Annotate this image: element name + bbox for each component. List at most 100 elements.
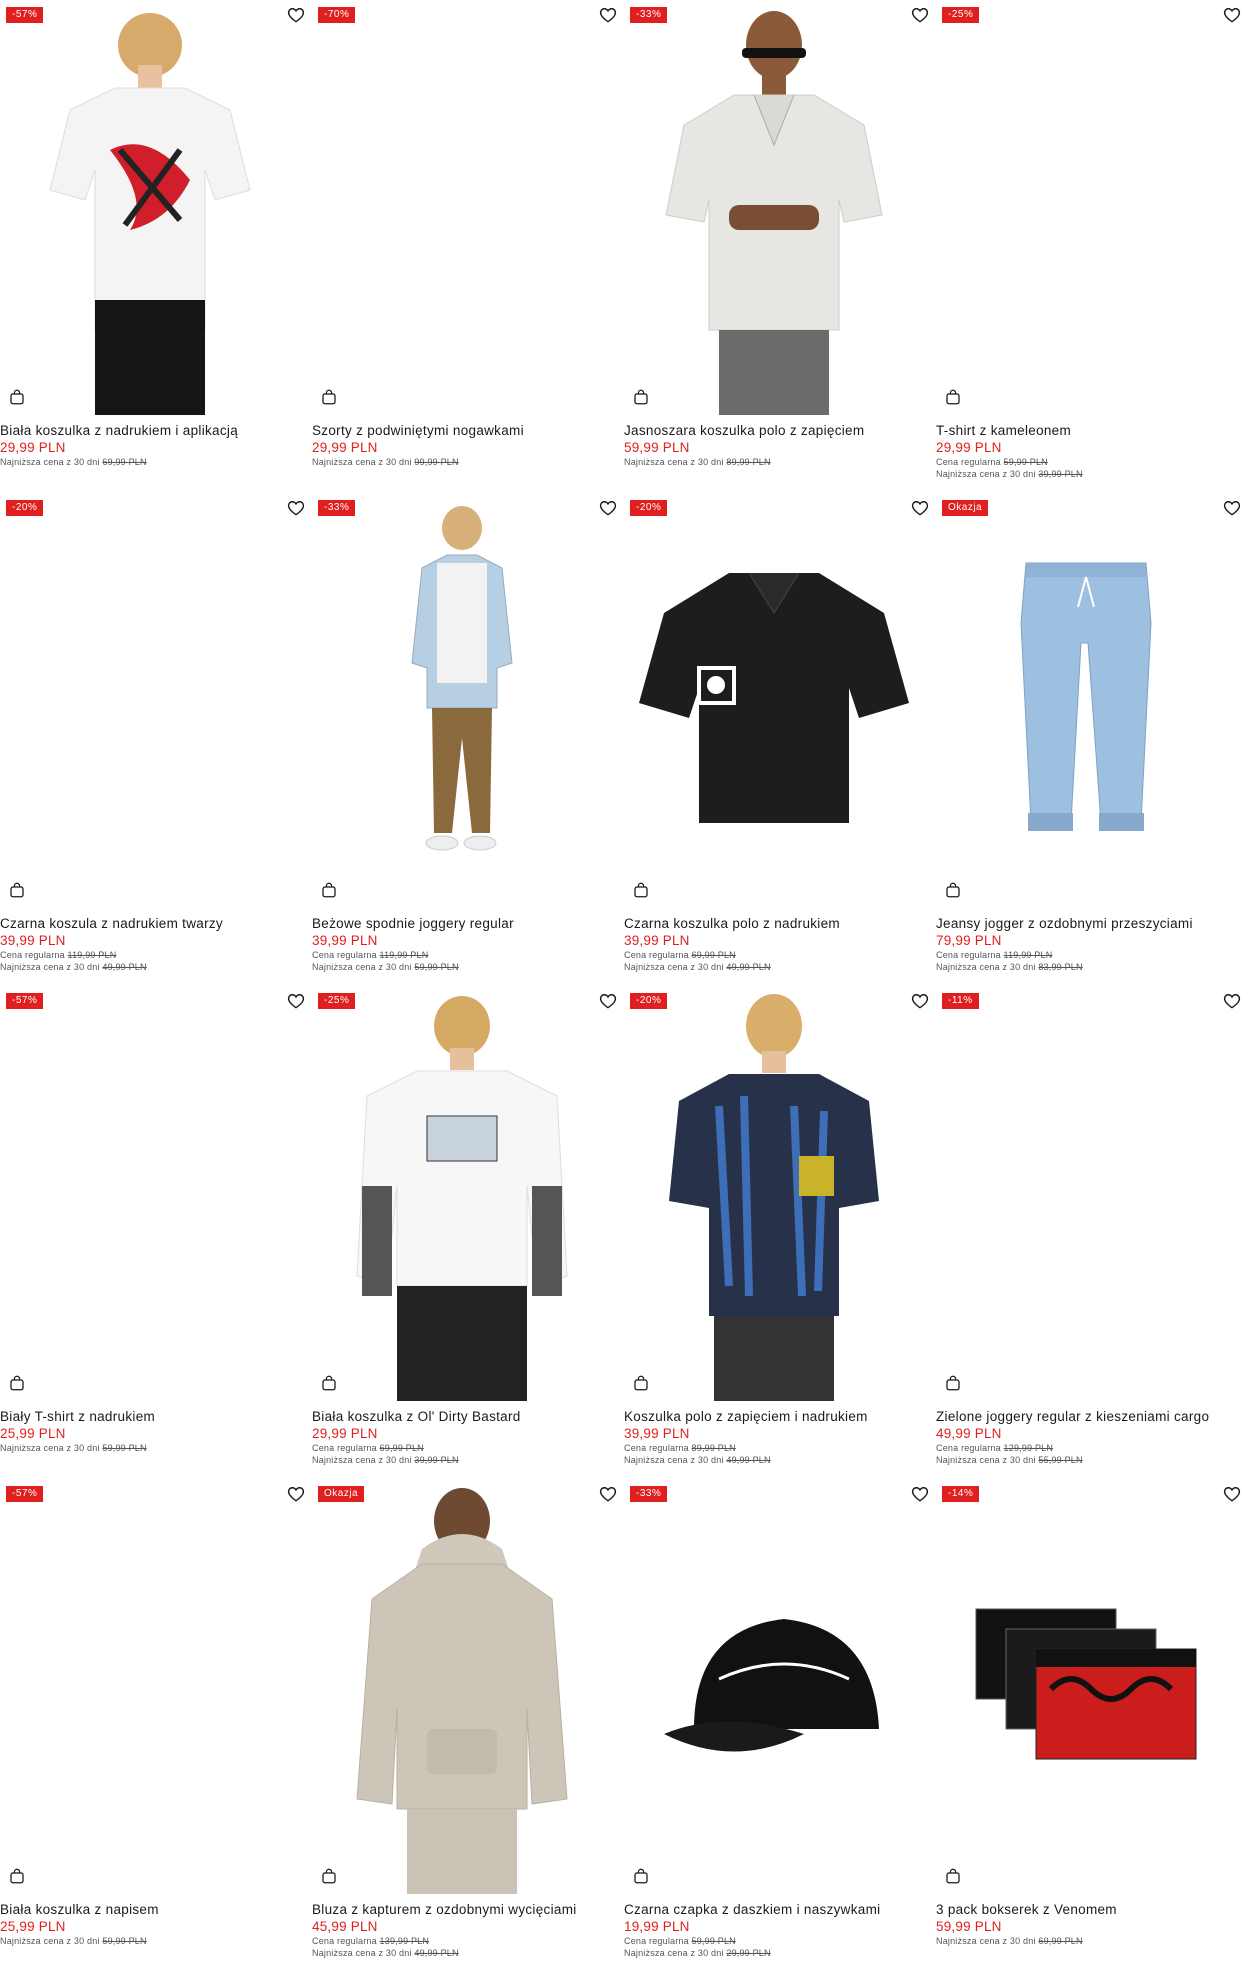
- product-image[interactable]: [312, 0, 612, 415]
- regular-price-line: Cena regularna 139,99 PLN: [312, 1935, 618, 1947]
- shopping-bag-icon[interactable]: [320, 388, 338, 406]
- shopping-bag-icon[interactable]: [8, 388, 26, 406]
- shopping-bag-icon[interactable]: [944, 881, 962, 899]
- regular-price-label: Cena regularna: [936, 1443, 1001, 1453]
- product-image[interactable]: [312, 1479, 612, 1894]
- product-card-8[interactable]: Okazja Jeansy jogger z ozdobnymi przeszy…: [936, 493, 1250, 986]
- shopping-bag-icon[interactable]: [8, 1374, 26, 1392]
- lowest-price-label: Najniższa cena z 30 dni: [936, 1936, 1036, 1946]
- lowest-price-line: Najniższa cena z 30 dni 83,99 PLN: [936, 961, 1242, 973]
- product-name[interactable]: 3 pack bokserek z Venomem: [936, 1902, 1242, 1918]
- product-image[interactable]: [312, 986, 612, 1401]
- shopping-bag-icon[interactable]: [632, 1867, 650, 1885]
- product-name[interactable]: Beżowe spodnie joggery regular: [312, 916, 618, 932]
- heart-icon[interactable]: [598, 991, 618, 1011]
- lowest-price-value: 29,99 PLN: [726, 1948, 771, 1958]
- product-card-1[interactable]: -57% Biała koszulka z nadrukiem i aplika…: [0, 0, 312, 493]
- product-image[interactable]: [624, 0, 924, 415]
- heart-icon[interactable]: [910, 5, 930, 25]
- product-name[interactable]: Biały T-shirt z nadrukiem: [0, 1409, 306, 1425]
- product-name[interactable]: Zielone joggery regular z kieszeniami ca…: [936, 1409, 1242, 1425]
- shopping-bag-icon[interactable]: [632, 388, 650, 406]
- product-info: Czarna koszula z nadrukiem twarzy 39,99 …: [0, 916, 306, 973]
- regular-price-label: Cena regularna: [624, 1936, 689, 1946]
- product-card-3[interactable]: -33% Jasnoszara koszulka polo z zapięcie…: [624, 0, 936, 493]
- product-name[interactable]: Jeansy jogger z ozdobnymi przeszyciami: [936, 916, 1242, 932]
- product-image[interactable]: [936, 986, 1236, 1401]
- heart-icon[interactable]: [598, 5, 618, 25]
- shopping-bag-icon[interactable]: [944, 1867, 962, 1885]
- shopping-bag-icon[interactable]: [944, 1374, 962, 1392]
- product-name[interactable]: Koszulka polo z zapięciem i nadrukiem: [624, 1409, 930, 1425]
- product-image[interactable]: [0, 493, 300, 908]
- product-name[interactable]: T-shirt z kameleonem: [936, 423, 1242, 439]
- product-image[interactable]: [624, 986, 924, 1401]
- product-card-4[interactable]: -25% T-shirt z kameleonem 29,99 PLN Cena…: [936, 0, 1250, 493]
- regular-price-label: Cena regularna: [312, 950, 377, 960]
- heart-icon[interactable]: [1222, 1484, 1242, 1504]
- product-name[interactable]: Biała koszulka z napisem: [0, 1902, 306, 1918]
- product-image[interactable]: [0, 1479, 300, 1894]
- regular-price-label: Cena regularna: [936, 457, 1001, 467]
- product-card-14[interactable]: Okazja Bluza z kapturem z ozdobnymi wyci…: [312, 1479, 624, 1972]
- shopping-bag-icon[interactable]: [632, 881, 650, 899]
- heart-icon[interactable]: [1222, 498, 1242, 518]
- heart-icon[interactable]: [286, 991, 306, 1011]
- heart-icon[interactable]: [910, 1484, 930, 1504]
- heart-icon[interactable]: [1222, 5, 1242, 25]
- product-name[interactable]: Bluza z kapturem z ozdobnymi wycięciami: [312, 1902, 618, 1918]
- product-name[interactable]: Biała koszulka z nadrukiem i aplikacją: [0, 423, 306, 439]
- shopping-bag-icon[interactable]: [320, 1374, 338, 1392]
- product-image[interactable]: [0, 986, 300, 1401]
- product-image[interactable]: [936, 1479, 1236, 1894]
- lowest-price-value: 39,99 PLN: [414, 1455, 459, 1465]
- product-image[interactable]: [624, 1479, 924, 1894]
- product-price: 25,99 PLN: [0, 1919, 66, 1934]
- lowest-price-value: 69,99 PLN: [1038, 1936, 1083, 1946]
- regular-price-label: Cena regularna: [936, 950, 1001, 960]
- product-name[interactable]: Biała koszulka z Ol' Dirty Bastard: [312, 1409, 618, 1425]
- heart-icon[interactable]: [910, 498, 930, 518]
- product-image[interactable]: [0, 0, 300, 415]
- product-price: 39,99 PLN: [312, 933, 378, 948]
- product-card-15[interactable]: -33% Czarna czapka z daszkiem i naszywka…: [624, 1479, 936, 1972]
- product-card-9[interactable]: -57% Biały T-shirt z nadrukiem 25,99 PLN…: [0, 986, 312, 1479]
- product-card-5[interactable]: -20% Czarna koszula z nadrukiem twarzy 3…: [0, 493, 312, 986]
- heart-icon[interactable]: [910, 991, 930, 1011]
- product-card-13[interactable]: -57% Biała koszulka z napisem 25,99 PLN …: [0, 1479, 312, 1972]
- product-name[interactable]: Czarna czapka z daszkiem i naszywkami: [624, 1902, 930, 1918]
- product-name[interactable]: Czarna koszula z nadrukiem twarzy: [0, 916, 306, 932]
- regular-price-line: Cena regularna 129,99 PLN: [936, 1442, 1242, 1454]
- product-image[interactable]: [312, 493, 612, 908]
- product-card-6[interactable]: -33% Beżowe spodnie joggery regular 39,9…: [312, 493, 624, 986]
- shopping-bag-icon[interactable]: [944, 388, 962, 406]
- heart-icon[interactable]: [598, 1484, 618, 1504]
- product-image[interactable]: [624, 493, 924, 908]
- product-card-2[interactable]: -70% Szorty z podwiniętymi nogawkami 29,…: [312, 0, 624, 493]
- heart-icon[interactable]: [286, 498, 306, 518]
- product-image[interactable]: [936, 0, 1236, 415]
- shopping-bag-icon[interactable]: [320, 1867, 338, 1885]
- product-name[interactable]: Jasnoszara koszulka polo z zapięciem: [624, 423, 930, 439]
- product-card-7[interactable]: -20% Czarna koszulka polo z nadrukiem 39…: [624, 493, 936, 986]
- heart-icon[interactable]: [598, 498, 618, 518]
- lowest-price-line: Najniższa cena z 30 dni 59,99 PLN: [312, 961, 618, 973]
- shopping-bag-icon[interactable]: [632, 1374, 650, 1392]
- heart-icon[interactable]: [1222, 991, 1242, 1011]
- shopping-bag-icon[interactable]: [320, 881, 338, 899]
- product-card-10[interactable]: -25% Biała koszulka z Ol' Dirty Bastard …: [312, 986, 624, 1479]
- product-card-11[interactable]: -20% Koszulka polo z zapięciem i nadruki…: [624, 986, 936, 1479]
- heart-icon[interactable]: [286, 1484, 306, 1504]
- heart-icon[interactable]: [286, 5, 306, 25]
- discount-badge: -25%: [318, 993, 356, 1009]
- regular-price-value: 119,99 PLN: [379, 950, 429, 960]
- product-image[interactable]: [936, 493, 1236, 908]
- product-name[interactable]: Szorty z podwiniętymi nogawkami: [312, 423, 618, 439]
- product-price: 19,99 PLN: [624, 1919, 690, 1934]
- shopping-bag-icon[interactable]: [8, 881, 26, 899]
- shopping-bag-icon[interactable]: [8, 1867, 26, 1885]
- product-card-12[interactable]: -11% Zielone joggery regular z kieszenia…: [936, 986, 1250, 1479]
- product-price: 29,99 PLN: [312, 440, 378, 455]
- product-card-16[interactable]: -14% 3 pack bokserek z Venomem 59,99 PLN…: [936, 1479, 1250, 1972]
- product-name[interactable]: Czarna koszulka polo z nadrukiem: [624, 916, 930, 932]
